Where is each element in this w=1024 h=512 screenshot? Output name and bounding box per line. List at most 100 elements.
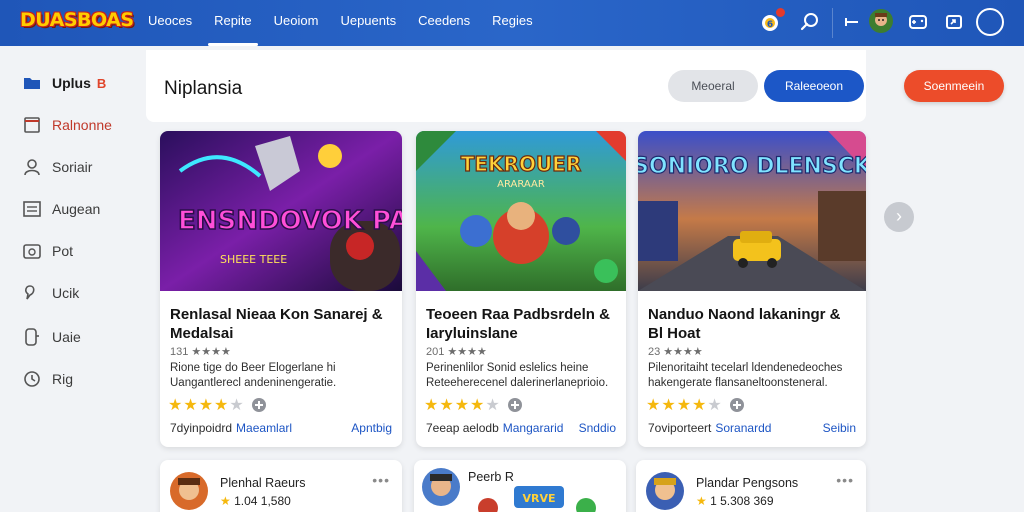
nav-item-5[interactable]: Ceedens	[418, 0, 470, 46]
footer-action-link[interactable]: Seibin	[823, 421, 856, 435]
star-icon: ★	[168, 397, 183, 414]
footer-link[interactable]: Soranardd	[715, 421, 771, 435]
phone-icon	[25, 328, 39, 346]
add-icon[interactable]	[507, 397, 523, 413]
user-icon	[24, 159, 40, 176]
svg-text:VRVE: VRVE	[522, 492, 555, 505]
sidebar-item-2[interactable]: Ralnonne	[22, 114, 112, 136]
game-thumbnail[interactable]: SONIORO DLENSCK	[638, 131, 866, 291]
sidebar: Uplus B Ralnonne Soriair Augean Pot Ucik…	[0, 46, 146, 512]
gamepad-icon[interactable]	[906, 10, 930, 34]
profile-character-icon[interactable]	[868, 8, 894, 34]
list-item[interactable]: Plenhal Raeurs ★ 1.04 1,580 •••	[160, 460, 402, 512]
rating-count: 131 ★★★★	[170, 346, 231, 358]
nav-item-1[interactable]: Ueoces	[148, 0, 192, 46]
sidebar-item-label: Soriair	[52, 159, 93, 175]
back-arrow-icon[interactable]	[840, 10, 864, 34]
game-description: Rione tige do Beer Elogerlane hi Uangant…	[170, 362, 337, 389]
user-avatar[interactable]	[976, 8, 1004, 36]
game-title[interactable]: Teoeen Raa Padbsrdeln & Iaryluinslane	[426, 305, 616, 343]
card-footer: 7eeap aelodb Mangararid Snddio	[426, 421, 616, 435]
more-options-icon[interactable]: •••	[836, 472, 854, 488]
notification-bell-icon[interactable]: 6	[758, 8, 785, 34]
sidebar-item-3[interactable]: Soriair	[22, 156, 92, 178]
star-icon: ★	[454, 397, 470, 414]
footer-label: 7oviporteert	[648, 421, 712, 435]
sidebar-item-label: Uaie	[52, 329, 81, 345]
game-description: Perinenlilor Sonid eslelics heine Reteeh…	[426, 362, 609, 389]
art-title-text: TEKROUER	[461, 152, 582, 176]
secondary-button[interactable]: Meoeral	[668, 70, 758, 102]
main-nav: Ueoces Repite Ueoiom Uepuents Ceedens Re…	[148, 0, 555, 46]
star-rating: ★ ★ ★ ★ ★	[646, 395, 745, 415]
nav-item-6[interactable]: Regies	[492, 0, 532, 46]
primary-button[interactable]: Raleeoeon	[764, 70, 864, 102]
image-icon	[23, 244, 41, 259]
list-item-meta-text: 1.04 1,580	[234, 494, 291, 508]
star-icon: ★	[470, 397, 485, 414]
list-item[interactable]: Plandar Pengsons ★ 1 5.308 369 •••	[636, 460, 866, 512]
sidebar-item-label: Augean	[52, 201, 101, 217]
page-header-card: Niplansia Meoeral Raleeoeon	[146, 50, 866, 122]
nav-item-4[interactable]: Uepuents	[340, 0, 396, 46]
sidebar-item-label: Rig	[52, 371, 74, 387]
footer-label: 7dyinpoidrd	[170, 421, 233, 435]
footer-link[interactable]: Mangararid	[503, 421, 564, 435]
star-empty-icon: ★	[485, 397, 500, 414]
search-icon[interactable]	[798, 10, 822, 34]
star-icon: ★	[220, 494, 231, 508]
avatar	[170, 472, 208, 510]
star-icon: ★	[676, 397, 692, 414]
game-card[interactable]: ENSNDOVOK PALEEN SHEEE TEEE Renlasal Nie…	[160, 131, 402, 447]
sidebar-item-1[interactable]: Uplus B	[22, 72, 106, 94]
game-title[interactable]: Nanduo Naond lakaningr & Bl Hoat	[648, 305, 856, 343]
art-title-text: SONIORO DLENSCK	[638, 154, 866, 179]
sidebar-item-label: Ucik	[52, 285, 80, 301]
list-item[interactable]: Peerb R VRVE	[414, 460, 626, 512]
card-footer: 7dyinpoidrd Maeamlarl Apntbig	[170, 421, 392, 435]
footer-action-link[interactable]: Apntbig	[351, 421, 392, 435]
list-item-meta-text: 1 5.308 369	[710, 494, 774, 508]
action-button[interactable]: Soenmeein	[904, 70, 1004, 102]
document-icon	[24, 117, 40, 133]
game-card[interactable]: SONIORO DLENSCK Nanduo Naond lakaningr &…	[638, 131, 866, 447]
star-icon: ★	[183, 397, 198, 414]
game-thumbnail[interactable]: TEKROUER ARARAAR	[416, 131, 626, 291]
sidebar-item-7[interactable]: Uaie	[22, 326, 81, 348]
list-item-title: Plandar Pengsons	[696, 476, 799, 490]
list-item-title: Plenhal Raeurs	[220, 476, 306, 490]
star-icon: ★	[692, 397, 707, 414]
list-item-title: Peerb R	[468, 470, 514, 484]
star-rating: ★ ★ ★ ★ ★	[424, 395, 523, 415]
star-rating: ★ ★ ★ ★ ★	[168, 395, 267, 415]
app-logo[interactable]: DUASBOAS	[20, 6, 134, 38]
sidebar-item-4[interactable]: Augean	[22, 198, 100, 220]
add-icon[interactable]	[729, 397, 745, 413]
nav-item-2[interactable]: Repite	[208, 0, 258, 46]
sidebar-item-8[interactable]: Rig	[22, 368, 73, 390]
rating-count: 23 ★★★★	[648, 346, 703, 358]
star-icon: ★	[696, 494, 707, 508]
footer-link[interactable]: Maeamlarl	[236, 421, 292, 435]
game-card[interactable]: TEKROUER ARARAAR Teoeen Raa Padbsrdeln &…	[416, 131, 626, 447]
share-icon[interactable]	[942, 10, 966, 34]
sidebar-item-5[interactable]: Pot	[22, 240, 73, 262]
sidebar-item-6[interactable]: Ucik	[22, 282, 79, 304]
game-thumbnail[interactable]: ENSNDOVOK PALEEN SHEEE TEEE	[160, 131, 402, 291]
rating-count: 201 ★★★★	[426, 346, 487, 358]
folder-icon	[24, 78, 40, 89]
star-empty-icon: ★	[229, 397, 244, 414]
nav-item-3[interactable]: Ueoiom	[274, 0, 319, 46]
avatar	[646, 472, 684, 510]
sidebar-item-label: Ralnonne	[52, 117, 112, 133]
carousel-next-button[interactable]: ›	[884, 202, 914, 232]
star-icon: ★	[439, 397, 454, 414]
star-icon: ★	[661, 397, 676, 414]
clock-icon	[24, 371, 40, 387]
avatar	[422, 468, 460, 506]
add-icon[interactable]	[251, 397, 267, 413]
star-icon: ★	[198, 397, 214, 414]
footer-action-link[interactable]: Snddio	[579, 421, 616, 435]
more-options-icon[interactable]: •••	[372, 472, 390, 488]
game-title[interactable]: Renlasal Nieaa Kon Sanarej & Medalsai	[170, 305, 392, 343]
